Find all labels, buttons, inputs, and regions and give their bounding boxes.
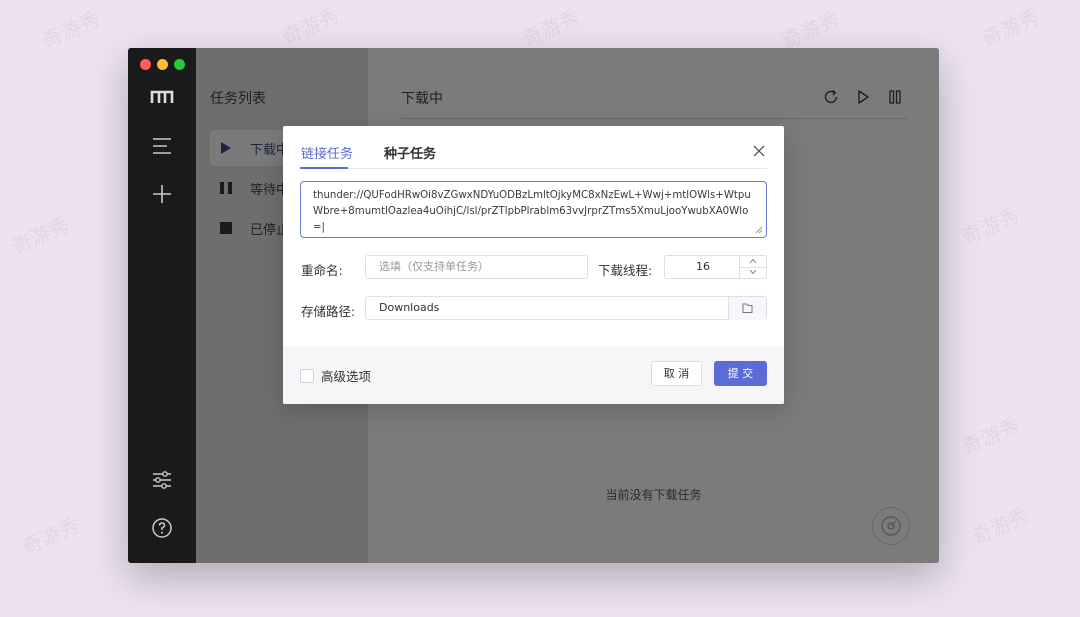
chevron-down-icon <box>749 269 757 275</box>
watermark: 奇游秀 <box>968 502 1033 550</box>
watermark: 奇游秀 <box>778 6 843 54</box>
close-window-button[interactable] <box>140 59 151 70</box>
help-icon[interactable] <box>150 516 174 540</box>
folder-icon <box>742 303 753 313</box>
motrix-logo-icon <box>150 90 174 103</box>
submit-button[interactable]: 提 交 <box>714 361 767 386</box>
watermark: 奇游秀 <box>958 412 1023 460</box>
pause-icon <box>220 182 232 194</box>
watermark: 奇游秀 <box>278 2 343 50</box>
watermark: 奇游秀 <box>38 6 103 54</box>
sidebar <box>128 48 196 563</box>
stepper-controls <box>739 256 766 279</box>
advanced-options-checkbox[interactable] <box>300 369 314 383</box>
empty-state-text: 当前没有下载任务 <box>605 488 702 502</box>
url-input[interactable]: thunder://QUFodHRwOi8vZGwxNDYuODBzLmltOj… <box>300 181 767 238</box>
watermark: 奇游秀 <box>978 4 1043 52</box>
resume-all-icon[interactable] <box>854 88 872 106</box>
minimize-window-button[interactable] <box>157 59 168 70</box>
chevron-up-icon <box>749 258 757 264</box>
main-title: 下载中 <box>401 91 443 107</box>
pause-all-icon[interactable] <box>886 88 904 106</box>
save-path-value: Downloads <box>379 301 440 314</box>
threads-value: 16 <box>696 260 710 273</box>
url-input-value: thunder://QUFodHRwOi8vZGwxNDYuODBzLmltOj… <box>313 190 751 233</box>
dialog-footer: 高级选项 取 消 提 交 <box>283 346 784 404</box>
speedometer-icon[interactable] <box>872 507 910 545</box>
play-icon <box>221 142 231 154</box>
plus-icon[interactable] <box>150 182 174 206</box>
resize-grip-icon[interactable] <box>755 226 763 234</box>
rename-label: 重命名: <box>301 263 343 278</box>
divider <box>401 118 907 119</box>
tab-divider <box>300 168 767 169</box>
task-list-title: 任务列表 <box>210 91 266 107</box>
maximize-window-button[interactable] <box>174 59 185 70</box>
watermark: 奇游秀 <box>518 4 583 52</box>
advanced-options-label[interactable]: 高级选项 <box>321 366 371 385</box>
tab-torrent-task[interactable]: 种子任务 <box>384 143 436 162</box>
stop-icon <box>220 222 232 234</box>
tab-link-task[interactable]: 链接任务 <box>301 143 353 162</box>
active-tab-indicator <box>300 167 348 169</box>
menu-icon[interactable] <box>150 134 174 158</box>
threads-stepper[interactable]: 16 <box>664 255 767 279</box>
watermark: 奇游秀 <box>8 212 73 260</box>
refresh-icon[interactable] <box>822 88 840 106</box>
browse-folder-button[interactable] <box>728 297 766 320</box>
threads-label: 下载线程: <box>598 263 653 278</box>
decrement-button[interactable] <box>740 267 766 278</box>
watermark: 奇游秀 <box>18 512 83 560</box>
watermark: 奇游秀 <box>958 202 1023 250</box>
new-task-dialog: 链接任务 种子任务 thunder://QUFodHRwOi8vZGwxNDYu… <box>283 126 784 404</box>
save-path-input[interactable]: Downloads <box>365 296 767 320</box>
settings-sliders-icon[interactable] <box>150 468 174 492</box>
rename-input[interactable]: 选填（仅支持单任务） <box>365 255 588 279</box>
cancel-button[interactable]: 取 消 <box>651 361 702 386</box>
save-path-label: 存储路径: <box>301 304 356 319</box>
close-icon[interactable] <box>752 144 766 158</box>
